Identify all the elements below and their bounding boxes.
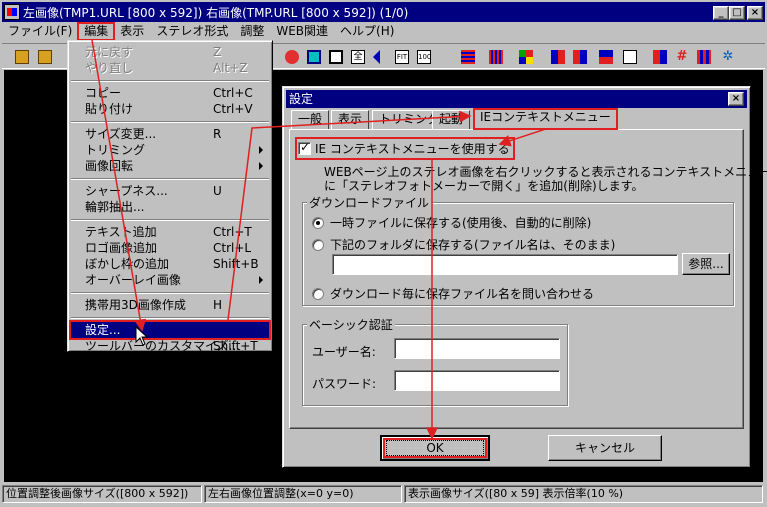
menu-web[interactable]: WEB関連	[270, 23, 334, 40]
menu-trimming[interactable]: トリミング	[71, 142, 269, 158]
folder-path-input[interactable]	[332, 254, 678, 275]
dialog-title: 設定	[289, 92, 314, 106]
fit-icon[interactable]: FIT	[392, 47, 412, 67]
username-input[interactable]	[394, 338, 560, 359]
anaglyph-icon[interactable]	[458, 47, 478, 67]
browse-button[interactable]: 参照...	[682, 253, 730, 275]
interlace-icon[interactable]	[486, 47, 506, 67]
menu-sharpness[interactable]: シャープネス... U	[71, 183, 269, 199]
open-pair-icon[interactable]	[35, 47, 55, 67]
maximize-button[interactable]: □	[729, 6, 745, 20]
menu-redo[interactable]: やり直し Alt+Z	[71, 60, 269, 76]
menu-separator	[71, 219, 269, 221]
tab-general[interactable]: 一般	[291, 110, 330, 129]
cancel-button[interactable]: キャンセル	[548, 435, 662, 461]
app-icon	[4, 4, 20, 20]
edit-menu-dropdown: 元に戻す Z やり直し Alt+Z コピー Ctrl+C 貼り付け Ctrl+V サイズ…	[67, 40, 273, 354]
window-title: 左画像(TMP1.URL [800 x 592]) 右画像(TMP.URL [8…	[23, 5, 409, 20]
submenu-arrow-icon	[259, 146, 263, 154]
zoom-100-icon[interactable]: 100	[414, 47, 434, 67]
username-label: ユーザー名:	[312, 345, 376, 359]
use-ie-menu-checkbox-row[interactable]: IE コンテキストメニューを使用する	[295, 137, 515, 160]
menu-bar: ファイル(F) 編集 表示 ステレオ形式 調整 WEB関連 ヘルプ(H)	[2, 22, 765, 41]
side-by-side-icon[interactable]	[548, 47, 568, 67]
password-input[interactable]	[394, 370, 560, 391]
cross-view-icon[interactable]	[570, 47, 590, 67]
tab-display[interactable]: 表示	[331, 110, 370, 129]
menu-logo-add[interactable]: ロゴ画像追加 Ctrl+L	[71, 240, 269, 256]
radio-ask[interactable]	[312, 287, 324, 300]
color-icon[interactable]	[282, 47, 302, 67]
status-adjusted-size: 位置調整後画像サイズ([800 x 592])	[2, 485, 202, 503]
settings-dialog: 設定 × 一般 表示 トリミング 起動 IEコンテキストメニュー IE コンテキ…	[282, 86, 767, 468]
menu-blur-frame[interactable]: ぼかし枠の追加 Shift+B	[71, 256, 269, 272]
status-display-size: 表示画像サイズ([80 x 59] 表示倍率(10 %)	[404, 485, 763, 503]
radio-temp[interactable]	[312, 216, 324, 229]
swap-icon[interactable]	[370, 47, 390, 67]
menu-customize-toolbar[interactable]: ツールバーのカスタマイズ... Shift+T	[71, 338, 269, 354]
menu-paste[interactable]: 貼り付け Ctrl+V	[71, 101, 269, 117]
checker-icon[interactable]	[516, 47, 536, 67]
mirror-icon[interactable]	[650, 47, 670, 67]
radio-folder-row[interactable]: 下記のフォルダに保存する(ファイル名は、そのまま)	[312, 236, 615, 253]
menu-separator	[71, 292, 269, 294]
submenu-arrow-icon	[259, 162, 263, 170]
mosaic-icon[interactable]	[694, 47, 714, 67]
open-folder-icon[interactable]	[12, 47, 32, 67]
menu-separator	[71, 121, 269, 123]
radio-folder[interactable]	[312, 238, 324, 251]
menu-rotate[interactable]: 画像回転	[71, 158, 269, 174]
basic-auth-groupbox	[302, 324, 568, 406]
window-title-bar: 左画像(TMP1.URL [800 x 592]) 右画像(TMP.URL [8…	[2, 2, 765, 22]
close-button[interactable]: ×	[747, 6, 763, 20]
dialog-close-button[interactable]: ×	[728, 92, 744, 106]
description-line-2: に「ステレオフォトメーカーで開く」を追加(削除)します。	[324, 179, 644, 193]
dialog-title-bar: 設定 ×	[286, 90, 747, 108]
submenu-arrow-icon	[259, 276, 263, 284]
menu-separator	[71, 317, 269, 319]
ok-button[interactable]: OK	[380, 435, 490, 461]
tab-panel: IE コンテキストメニューを使用する WEBページ上のステレオ画像を右クリックす…	[289, 129, 767, 429]
use-ie-menu-checkbox[interactable]	[298, 140, 311, 155]
minimize-button[interactable]: _	[713, 6, 729, 20]
sparkle-icon[interactable]: ✲	[718, 47, 738, 67]
menu-contour[interactable]: 輪郭抽出...	[71, 199, 269, 215]
menu-text-add[interactable]: テキスト追加 Ctrl+T	[71, 224, 269, 240]
full-view-icon[interactable]: 全	[348, 47, 368, 67]
menu-help[interactable]: ヘルプ(H)	[334, 23, 400, 40]
radio-folder-label: 下記のフォルダに保存する(ファイル名は、そのまま)	[330, 238, 616, 252]
radio-temp-row[interactable]: 一時ファイルに保存する(使用後、自動的に削除)	[312, 214, 591, 231]
menu-undo[interactable]: 元に戻す Z	[71, 44, 269, 60]
menu-edit[interactable]: 編集	[77, 22, 116, 41]
menu-separator	[71, 178, 269, 180]
menu-file[interactable]: ファイル(F)	[2, 23, 78, 40]
grid-icon[interactable]: #	[672, 47, 692, 67]
over-under-icon[interactable]	[596, 47, 616, 67]
menu-separator	[71, 80, 269, 82]
basic-auth-group-label: ベーシック認証	[307, 316, 395, 333]
tab-ie-context-menu[interactable]: IEコンテキストメニュー	[473, 108, 618, 130]
menu-adjust[interactable]: 調整	[234, 23, 270, 40]
single-view-icon[interactable]	[304, 47, 324, 67]
menu-stereo-format[interactable]: ステレオ形式	[150, 23, 234, 40]
download-group-label: ダウンロードファイル	[307, 194, 432, 211]
frame-view-icon[interactable]	[326, 47, 346, 67]
focus-rect	[386, 440, 484, 456]
use-ie-menu-label: IE コンテキストメニューを使用する	[315, 142, 510, 156]
menu-mobile-3d[interactable]: 携帯用3D画像作成 H	[71, 297, 269, 313]
glasses-icon[interactable]	[620, 47, 640, 67]
radio-ask-label: ダウンロード毎に保存ファイル名を問い合わせる	[330, 287, 595, 301]
radio-temp-label: 一時ファイルに保存する(使用後、自動的に削除)	[330, 216, 592, 230]
menu-settings[interactable]: 設定...	[69, 320, 271, 340]
status-bar: 位置調整後画像サイズ([800 x 592]) 左右画像位置調整(x=0 y=0…	[2, 485, 765, 505]
menu-view[interactable]: 表示	[114, 23, 150, 40]
radio-ask-row[interactable]: ダウンロード毎に保存ファイル名を問い合わせる	[312, 285, 594, 302]
tab-startup[interactable]: 起動	[432, 110, 471, 129]
menu-overlay[interactable]: オーバーレイ画像	[71, 272, 269, 288]
password-label: パスワード:	[312, 377, 377, 391]
menu-copy[interactable]: コピー Ctrl+C	[71, 85, 269, 101]
menu-resize[interactable]: サイズ変更... R	[71, 126, 269, 142]
status-position: 左右画像位置調整(x=0 y=0)	[204, 485, 402, 503]
